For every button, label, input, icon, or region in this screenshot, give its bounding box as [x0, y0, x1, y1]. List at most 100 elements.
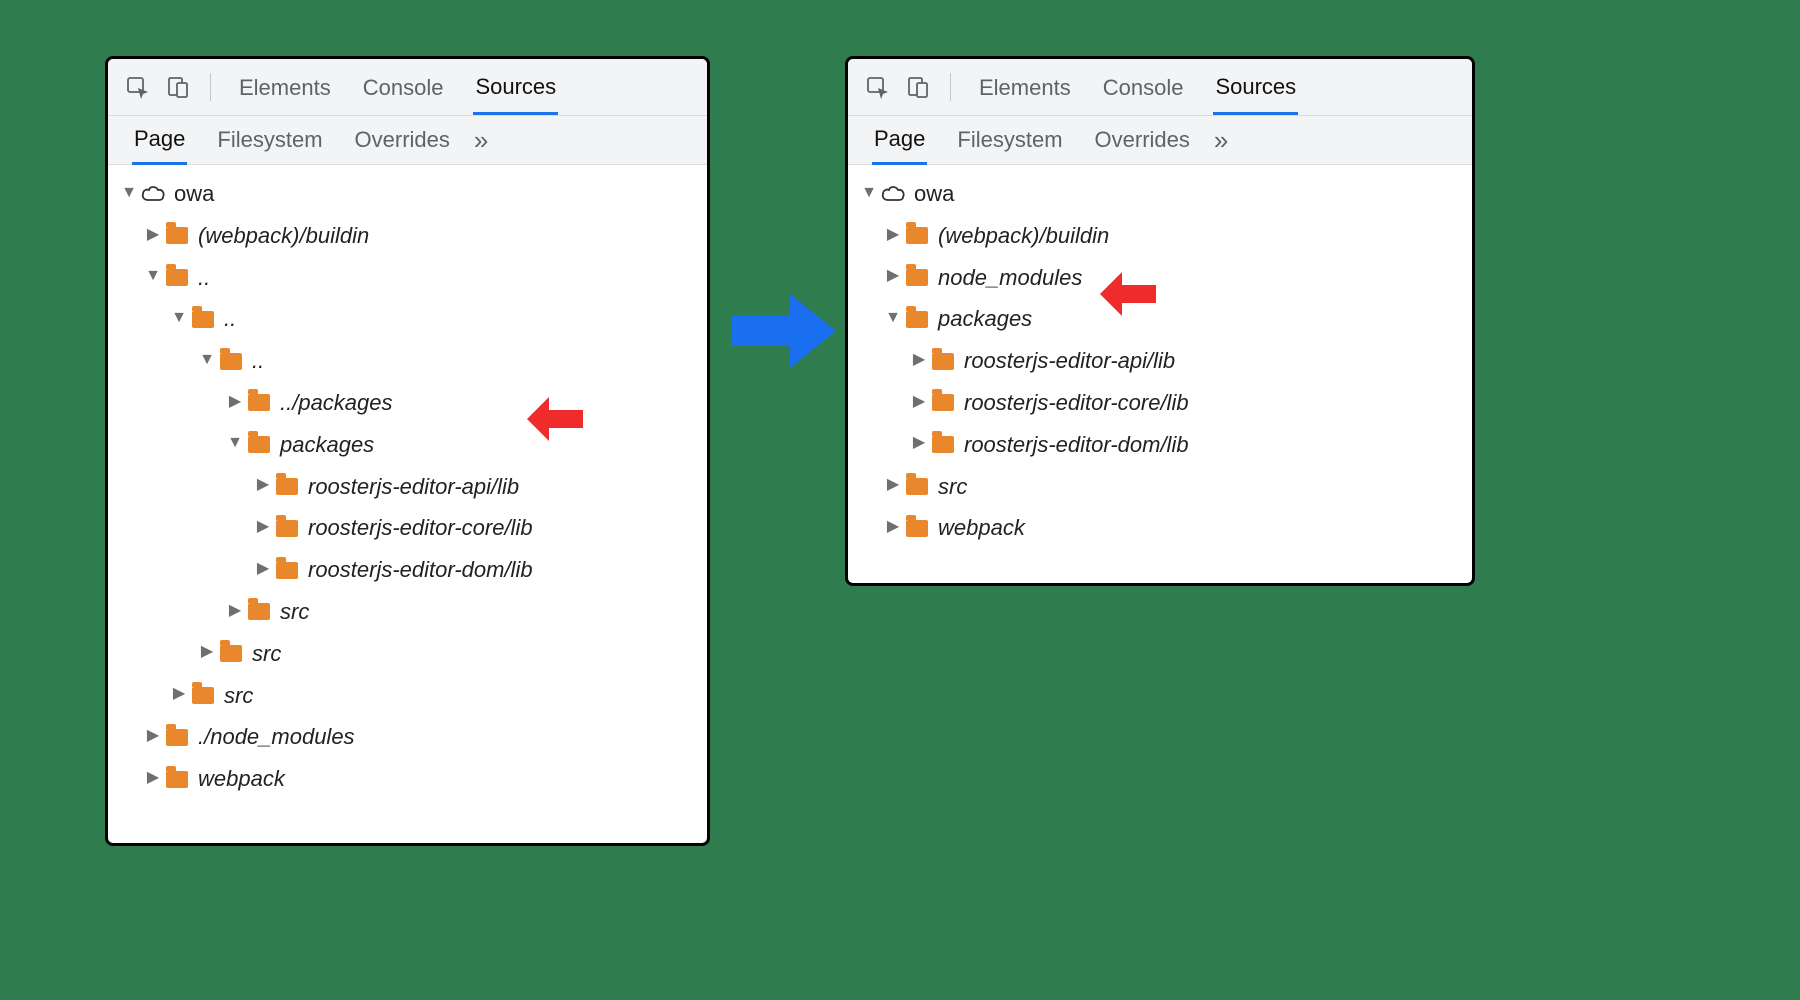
tab-sources[interactable]: Sources [473, 60, 558, 115]
tree-item-label: roosterjs-editor-core/lib [308, 507, 533, 549]
expand-icon: ▶ [884, 470, 902, 500]
tree-item-label: .. [198, 257, 210, 299]
folder-icon [930, 350, 956, 372]
expand-icon: ▶ [884, 261, 902, 291]
expand-icon: ▶ [884, 220, 902, 250]
inspect-icon[interactable] [864, 73, 892, 101]
tree-item[interactable]: ▶ src [114, 633, 701, 675]
tree-item[interactable]: ▶ ../packages [114, 382, 701, 424]
folder-icon [164, 225, 190, 247]
subtab-page[interactable]: Page [132, 116, 187, 165]
file-tree-left: ▼ owa ▶ (webpack)/buildin ▼ .. ▼ [108, 165, 707, 808]
highlight-arrow-left-icon [525, 395, 585, 443]
expand-icon: ▶ [144, 721, 162, 751]
tree-item-label: src [224, 675, 253, 717]
tree-root[interactable]: ▼ owa [114, 173, 701, 215]
folder-icon [904, 225, 930, 247]
subtab-more-icon[interactable]: » [474, 125, 488, 156]
folder-icon [274, 559, 300, 581]
expand-icon: ▶ [170, 679, 188, 709]
folder-icon [930, 434, 956, 456]
expand-icon: ▶ [198, 637, 216, 667]
subtab-filesystem[interactable]: Filesystem [215, 117, 324, 163]
folder-icon [218, 643, 244, 665]
folder-icon [164, 768, 190, 790]
subtab-filesystem[interactable]: Filesystem [955, 117, 1064, 163]
tree-item[interactable]: ▼ .. [114, 298, 701, 340]
expand-icon: ▼ [860, 178, 878, 208]
expand-icon: ▶ [226, 596, 244, 626]
tab-elements[interactable]: Elements [977, 61, 1073, 113]
tree-item[interactable]: ▼ .. [114, 257, 701, 299]
devtools-topbar: Elements Console Sources [108, 59, 707, 116]
expand-icon: ▶ [144, 220, 162, 250]
tree-item-label: ./node_modules [198, 716, 355, 758]
tree-item[interactable]: ▶ webpack [114, 758, 701, 800]
tree-item[interactable]: ▶ src [114, 675, 701, 717]
tree-item[interactable]: ▶ src [114, 591, 701, 633]
tree-root-label: owa [174, 173, 214, 215]
tree-item-label: .. [252, 340, 264, 382]
transition-arrow-icon [728, 288, 840, 374]
tree-item[interactable]: ▶ node_modules [854, 257, 1466, 299]
expand-icon: ▼ [226, 428, 244, 458]
expand-icon: ▶ [226, 387, 244, 417]
tree-item-label: src [938, 466, 967, 508]
tree-item[interactable]: ▶ (webpack)/buildin [854, 215, 1466, 257]
tree-item[interactable]: ▶ roosterjs-editor-core/lib [114, 507, 701, 549]
tree-item-label: src [280, 591, 309, 633]
folder-icon [190, 684, 216, 706]
tree-item[interactable]: ▶ src [854, 466, 1466, 508]
tree-root[interactable]: ▼ owa [854, 173, 1466, 215]
tab-console[interactable]: Console [1101, 61, 1186, 113]
tree-item-label: roosterjs-editor-dom/lib [964, 424, 1189, 466]
expand-icon: ▶ [254, 512, 272, 542]
device-toggle-icon[interactable] [164, 73, 192, 101]
tree-item[interactable]: ▶ webpack [854, 507, 1466, 549]
tree-item-packages[interactable]: ▼ packages [854, 298, 1466, 340]
folder-icon [164, 726, 190, 748]
tree-item-label: node_modules [938, 257, 1082, 299]
expand-icon: ▼ [170, 303, 188, 333]
tree-item[interactable]: ▶ roosterjs-editor-dom/lib [114, 549, 701, 591]
tree-item[interactable]: ▶ ./node_modules [114, 716, 701, 758]
tree-item-label: roosterjs-editor-api/lib [964, 340, 1175, 382]
folder-icon [218, 350, 244, 372]
subtab-more-icon[interactable]: » [1214, 125, 1228, 156]
file-tree-right: ▼ owa ▶ (webpack)/buildin ▶ node_modules [848, 165, 1472, 557]
expand-icon: ▶ [254, 554, 272, 584]
tree-item[interactable]: ▶ roosterjs-editor-api/lib [854, 340, 1466, 382]
devtools-panel-after: Elements Console Sources Page Filesystem… [845, 56, 1475, 586]
topbar-separator [950, 73, 951, 101]
device-toggle-icon[interactable] [904, 73, 932, 101]
subtab-overrides[interactable]: Overrides [353, 117, 452, 163]
inspect-icon[interactable] [124, 73, 152, 101]
folder-icon [246, 434, 272, 456]
tab-sources[interactable]: Sources [1213, 60, 1298, 115]
subtab-overrides[interactable]: Overrides [1093, 117, 1192, 163]
expand-icon: ▶ [910, 345, 928, 375]
cloud-icon [140, 183, 166, 205]
tree-item[interactable]: ▼ .. [114, 340, 701, 382]
tree-item-label: src [252, 633, 281, 675]
tree-item[interactable]: ▶ (webpack)/buildin [114, 215, 701, 257]
tree-item[interactable]: ▶ roosterjs-editor-api/lib [114, 466, 701, 508]
tab-elements[interactable]: Elements [237, 61, 333, 113]
expand-icon: ▼ [884, 303, 902, 333]
tree-item-packages[interactable]: ▼ packages [114, 424, 701, 466]
tree-item-label: (webpack)/buildin [938, 215, 1109, 257]
tab-console[interactable]: Console [361, 61, 446, 113]
tree-item[interactable]: ▶ roosterjs-editor-dom/lib [854, 424, 1466, 466]
expand-icon: ▶ [254, 470, 272, 500]
expand-icon: ▶ [884, 512, 902, 542]
folder-icon [904, 266, 930, 288]
expand-icon: ▼ [144, 261, 162, 291]
subtab-page[interactable]: Page [872, 116, 927, 165]
topbar-separator [210, 73, 211, 101]
folder-icon [246, 601, 272, 623]
cloud-icon [880, 183, 906, 205]
tree-item-label: (webpack)/buildin [198, 215, 369, 257]
tree-item-label: roosterjs-editor-api/lib [308, 466, 519, 508]
tree-item[interactable]: ▶ roosterjs-editor-core/lib [854, 382, 1466, 424]
folder-icon [904, 308, 930, 330]
